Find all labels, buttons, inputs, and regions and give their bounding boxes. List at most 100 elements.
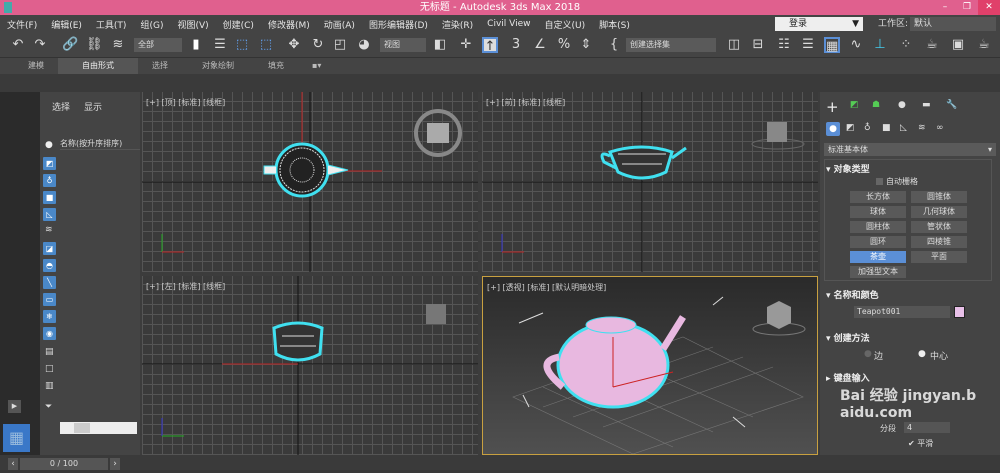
close-button[interactable]: ✕: [978, 0, 1000, 15]
display-none-icon[interactable]: □: [45, 364, 54, 374]
scale-icon[interactable]: ◰: [332, 37, 348, 53]
tab-selection[interactable]: 选择: [138, 58, 182, 74]
menu-rendering[interactable]: 渲染(R): [435, 18, 480, 31]
display-groups-icon[interactable]: ◪: [43, 242, 56, 255]
textplus-button[interactable]: 加强型文本: [850, 266, 906, 278]
lights-icon[interactable]: ♁: [864, 123, 871, 133]
filter-icon[interactable]: ⏷: [45, 402, 52, 412]
pyramid-button[interactable]: 四棱锥: [911, 236, 967, 248]
helpers-icon[interactable]: ◺: [900, 123, 907, 133]
align-icon[interactable]: ⊟: [750, 37, 766, 53]
keyboard-entry-title[interactable]: ▸ 键盘输入: [826, 371, 870, 384]
angle-snap-icon[interactable]: ∠: [532, 37, 548, 53]
display-invert-icon[interactable]: ▥: [45, 381, 54, 391]
horizontal-scrollbar[interactable]: [60, 422, 137, 434]
plane-button[interactable]: 平面: [911, 251, 967, 263]
menu-file[interactable]: 文件(F): [0, 18, 44, 31]
prev-frame-button[interactable]: ‹: [8, 458, 18, 470]
geometry-icon[interactable]: ●: [826, 122, 840, 136]
keyboard-shortcut-override-icon[interactable]: ↑: [482, 37, 498, 54]
time-slider-thumb[interactable]: 0 / 100: [20, 458, 108, 470]
rotate-icon[interactable]: ↻: [310, 37, 326, 53]
viewport-left[interactable]: [+] [左] [标准] [线框]: [142, 276, 478, 455]
explorer-tab-display[interactable]: 显示: [84, 100, 102, 113]
place-icon[interactable]: ◕: [356, 37, 372, 53]
play-icon[interactable]: ▶: [8, 400, 21, 413]
cone-button[interactable]: 圆锥体: [911, 191, 967, 203]
reference-coordinate-dropdown[interactable]: 视图: [380, 38, 426, 52]
render-setup-icon[interactable]: ☕: [924, 37, 940, 53]
geosphere-button[interactable]: 几何球体: [911, 206, 967, 218]
tube-button[interactable]: 管状体: [911, 221, 967, 233]
display-xrefs-icon[interactable]: ◓: [43, 259, 56, 272]
ribbon-options-icon[interactable]: ▪▾: [298, 58, 335, 74]
name-column-header[interactable]: 名称(按升序排序): [60, 138, 140, 150]
render-production-icon[interactable]: ☕: [976, 37, 992, 53]
minimize-button[interactable]: –: [934, 0, 956, 15]
window-crossing-icon[interactable]: ⬚: [258, 37, 274, 53]
tab-object-paint[interactable]: 对象绘制: [182, 58, 254, 74]
edge-radio[interactable]: ●: [864, 349, 872, 359]
cylinder-button[interactable]: 圆柱体: [850, 221, 906, 233]
named-selection-dropdown[interactable]: 创建选择集: [626, 38, 716, 52]
tab-populate[interactable]: 填充: [254, 58, 298, 74]
modify-tab-icon[interactable]: ◩: [850, 100, 859, 110]
scene-explorer-icon[interactable]: ☷: [776, 37, 792, 53]
hierarchy-tab-icon[interactable]: ☗: [872, 100, 880, 110]
material-editor-icon[interactable]: ⁘: [898, 37, 914, 53]
name-color-title[interactable]: ▾ 名称和颜色: [826, 288, 879, 301]
display-cameras-icon[interactable]: ■: [43, 191, 56, 204]
next-frame-button[interactable]: ›: [110, 458, 120, 470]
rendered-frame-window-icon[interactable]: ▣: [950, 37, 966, 53]
tab-modeling[interactable]: 建模: [14, 58, 58, 74]
display-helpers-icon[interactable]: ◺: [43, 208, 56, 221]
menu-animation[interactable]: 动画(A): [317, 18, 362, 31]
move-icon[interactable]: ✥: [286, 37, 302, 53]
display-containers-icon[interactable]: ▭: [43, 293, 56, 306]
display-particles-icon[interactable]: ❄: [43, 310, 56, 323]
teapot-button[interactable]: 茶壶: [850, 251, 906, 263]
center-radio[interactable]: ●: [918, 349, 926, 359]
shapes-icon[interactable]: ◩: [846, 123, 855, 133]
display-tab-icon[interactable]: ▬: [922, 100, 931, 110]
autogrid-checkbox[interactable]: [876, 178, 883, 185]
login-dropdown[interactable]: 登录 ▼: [775, 17, 863, 31]
viewport-top[interactable]: [+] [顶] [标准] [线框]: [142, 92, 478, 272]
spacewarps-icon[interactable]: ≋: [918, 123, 926, 133]
link-icon[interactable]: 🔗: [62, 37, 78, 53]
menu-graph-editors[interactable]: 图形编辑器(D): [362, 18, 435, 31]
menu-views[interactable]: 视图(V): [170, 18, 215, 31]
category-dropdown[interactable]: 标准基本体 ▾: [824, 143, 996, 156]
display-spacewarps-icon[interactable]: ≋: [45, 225, 53, 235]
menu-group[interactable]: 组(G): [133, 18, 170, 31]
redo-icon[interactable]: ↷: [32, 37, 48, 53]
menu-modifiers[interactable]: 修改器(M): [261, 18, 317, 31]
viewport-perspective[interactable]: [+] [透视] [标准] [默认明暗处理]: [482, 276, 818, 455]
utilities-tab-icon[interactable]: 🔧: [946, 100, 957, 110]
display-hidden-icon[interactable]: ◉: [43, 327, 56, 340]
menu-scripting[interactable]: 脚本(S): [592, 18, 637, 31]
menu-create[interactable]: 创建(C): [216, 18, 261, 31]
layer-explorer-icon[interactable]: ☰: [800, 37, 816, 53]
systems-icon[interactable]: ∞: [936, 123, 944, 133]
rectangular-selection-icon[interactable]: ⬚: [234, 37, 250, 53]
select-object-icon[interactable]: ▮: [188, 37, 204, 53]
box-button[interactable]: 长方体: [850, 191, 906, 203]
workspace-dropdown[interactable]: 默认: [910, 17, 996, 31]
bind-space-warp-icon[interactable]: ≋: [110, 37, 126, 53]
undo-icon[interactable]: ↶: [10, 37, 26, 53]
object-type-title[interactable]: ▾ 对象类型: [826, 162, 870, 175]
explorer-tab-select[interactable]: 选择: [52, 100, 70, 113]
display-shapes-icon[interactable]: ◩: [43, 157, 56, 170]
selection-filter-dropdown[interactable]: 全部: [134, 38, 182, 52]
object-color-swatch[interactable]: [954, 306, 965, 318]
tab-freeform[interactable]: 自由形式: [58, 58, 138, 74]
segments-input[interactable]: 4: [904, 422, 950, 433]
menu-edit[interactable]: 编辑(E): [44, 18, 89, 31]
creation-method-title[interactable]: ▾ 创建方法: [826, 331, 870, 344]
create-tab-icon[interactable]: +: [826, 98, 839, 116]
scrollbar-thumb[interactable]: [74, 423, 90, 433]
snaps-toggle-icon[interactable]: 3: [508, 37, 524, 53]
edit-named-selection-icon[interactable]: {: [606, 37, 622, 53]
object-name-input[interactable]: Teapot001: [854, 306, 950, 318]
